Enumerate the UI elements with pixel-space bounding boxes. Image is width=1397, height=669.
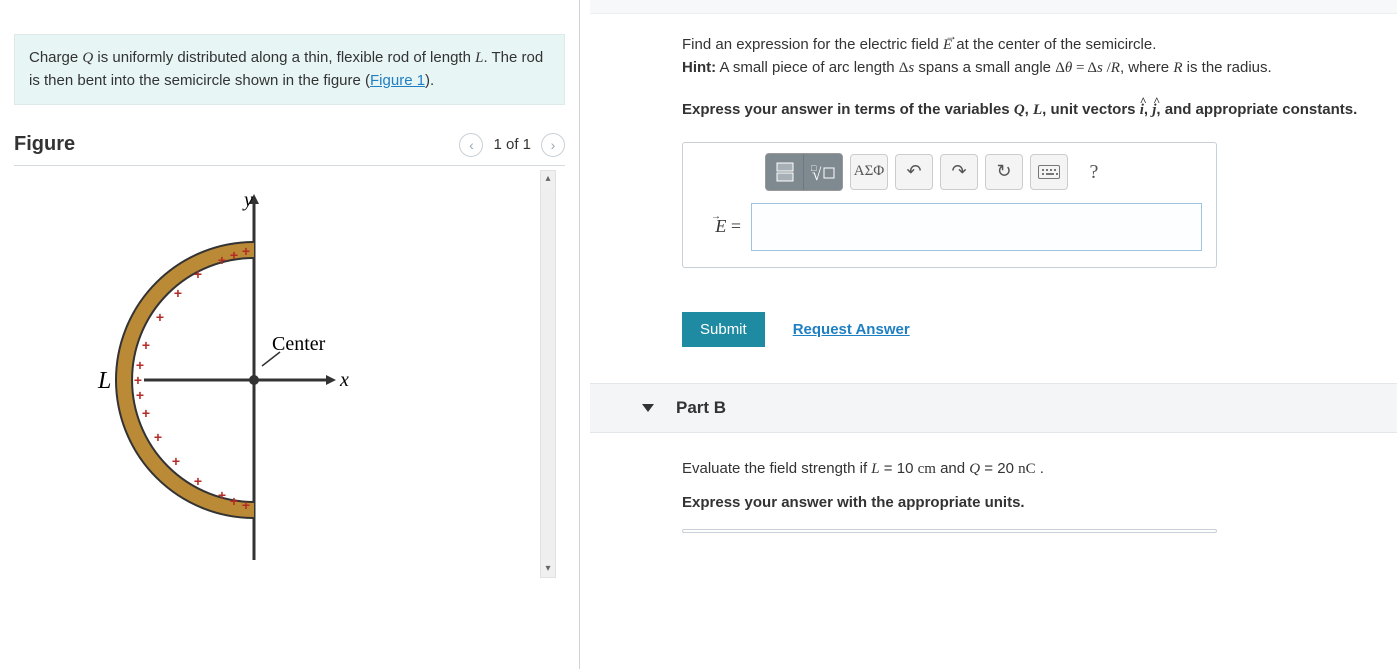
figure-next-button[interactable]: › xyxy=(541,133,565,157)
hint-label: Hint: xyxy=(682,59,716,76)
var-ds: Δs xyxy=(899,60,915,76)
figure-pager: ‹ 1 of 1 › xyxy=(459,133,565,157)
svg-text:+: + xyxy=(142,405,150,421)
right-pane: Find an expression for the electric fiel… xyxy=(590,0,1397,669)
svg-text:+: + xyxy=(156,309,164,325)
submit-row: Submit Request Answer xyxy=(682,312,1397,347)
svg-text:+: + xyxy=(172,453,180,469)
figure-viewport: y x + + + + xyxy=(14,170,554,578)
axis-y-label: y xyxy=(242,190,253,211)
var-Q: Q xyxy=(969,461,980,477)
svg-text:+: + xyxy=(136,357,144,373)
Qunit: nC xyxy=(1018,461,1036,477)
svg-text:+: + xyxy=(230,247,238,263)
svg-text:+: + xyxy=(218,487,226,503)
Lval: 10 xyxy=(897,460,918,477)
text: at the center of the semicircle. xyxy=(952,36,1156,53)
greek-symbols-button[interactable]: ΑΣΦ xyxy=(850,154,888,190)
left-pane: Charge Q is uniformly distributed along … xyxy=(0,0,580,669)
reset-button[interactable]: ↻ xyxy=(985,154,1023,190)
figure-image: y x + + + + xyxy=(74,190,414,570)
redo-button[interactable]: ↷ xyxy=(940,154,978,190)
partb-answer-box-top xyxy=(682,529,1217,533)
Qval: 20 xyxy=(997,460,1018,477)
text: is uniformly distributed along a thin, f… xyxy=(93,49,475,66)
scroll-track[interactable] xyxy=(541,187,555,561)
keyboard-button[interactable] xyxy=(1030,154,1068,190)
text: is the radius. xyxy=(1182,59,1271,76)
figure-prev-button[interactable]: ‹ xyxy=(459,133,483,157)
eq: = xyxy=(1072,60,1087,76)
text: ). xyxy=(425,72,434,89)
equation-toolbar: □√ ΑΣΦ ↶ ↷ ↻ ? xyxy=(765,153,1202,191)
figure-scrollbar[interactable]: ▴ ▾ xyxy=(540,170,556,578)
svg-text:+: + xyxy=(154,429,162,445)
scroll-up-button[interactable]: ▴ xyxy=(541,171,555,187)
template-root-button[interactable]: □√ xyxy=(804,154,842,190)
text: Evaluate the field strength if xyxy=(682,460,871,477)
keyboard-icon xyxy=(1038,165,1060,179)
text: , where xyxy=(1120,59,1173,76)
instruction: Express your answer in terms of the vari… xyxy=(682,101,1357,118)
template-buttons: □√ xyxy=(765,153,843,191)
svg-text:+: + xyxy=(194,266,202,282)
answer-input[interactable] xyxy=(751,203,1202,251)
svg-text:+: + xyxy=(242,243,250,259)
var-E-vector: →E xyxy=(943,37,952,53)
template-fraction-button[interactable] xyxy=(766,154,804,190)
collapse-icon[interactable] xyxy=(642,404,654,412)
answer-box: □√ ΑΣΦ ↶ ↷ ↻ ? →E = xyxy=(682,142,1217,268)
center-label: Center xyxy=(272,333,326,355)
svg-text:+: + xyxy=(136,387,144,403)
request-answer-link[interactable]: Request Answer xyxy=(793,321,910,338)
submit-button[interactable]: Submit xyxy=(682,312,765,347)
svg-text:+: + xyxy=(134,372,142,388)
partb-instruction: Express your answer with the appropriate… xyxy=(682,494,1025,511)
question-body: Find an expression for the electric fiel… xyxy=(590,14,1397,288)
text: A small piece of arc length xyxy=(716,59,899,76)
axis-x-label: x xyxy=(339,369,349,391)
Lunit: cm xyxy=(918,461,936,477)
var-R: R xyxy=(1111,60,1120,76)
period: . xyxy=(1036,460,1044,477)
var-Q: Q xyxy=(82,50,93,66)
svg-text:+: + xyxy=(142,337,150,353)
svg-text:+: + xyxy=(242,497,250,513)
var-dtheta: Δθ xyxy=(1055,60,1072,76)
svg-text:+: + xyxy=(174,285,182,301)
divider xyxy=(14,165,565,166)
svg-text:+: + xyxy=(194,473,202,489)
figure-link[interactable]: Figure 1 xyxy=(370,72,425,89)
text: spans a small angle xyxy=(914,59,1055,76)
text: Find an expression for the electric fiel… xyxy=(682,36,943,53)
eq: = xyxy=(880,460,897,477)
figure-header: Figure ‹ 1 of 1 › xyxy=(14,133,565,157)
part-b-header[interactable]: Part B xyxy=(590,383,1397,433)
rod-length-label: L xyxy=(97,368,111,394)
and: and xyxy=(936,460,969,477)
answer-label: →E = xyxy=(701,213,741,240)
part-b-title: Part B xyxy=(676,398,726,418)
answer-row: →E = xyxy=(701,203,1202,251)
figure-title: Figure xyxy=(14,133,75,156)
scroll-down-button[interactable]: ▾ xyxy=(541,561,555,577)
figure-content: y x + + + + xyxy=(14,170,534,578)
eq2: = xyxy=(980,460,997,477)
part-b-body: Evaluate the field strength if L = 10 cm… xyxy=(590,433,1397,545)
svg-text:+: + xyxy=(230,493,238,509)
svg-text:+: + xyxy=(218,252,226,268)
figure-page-indicator: 1 of 1 xyxy=(493,136,531,153)
top-strip xyxy=(590,0,1397,14)
var-ds2: Δs xyxy=(1087,60,1103,76)
text: Charge xyxy=(29,49,82,66)
problem-statement: Charge Q is uniformly distributed along … xyxy=(14,34,565,105)
svg-text:√: √ xyxy=(812,165,822,184)
over: / xyxy=(1103,60,1111,76)
help-button[interactable]: ? xyxy=(1075,154,1113,190)
undo-button[interactable]: ↶ xyxy=(895,154,933,190)
var-L: L xyxy=(871,461,879,477)
